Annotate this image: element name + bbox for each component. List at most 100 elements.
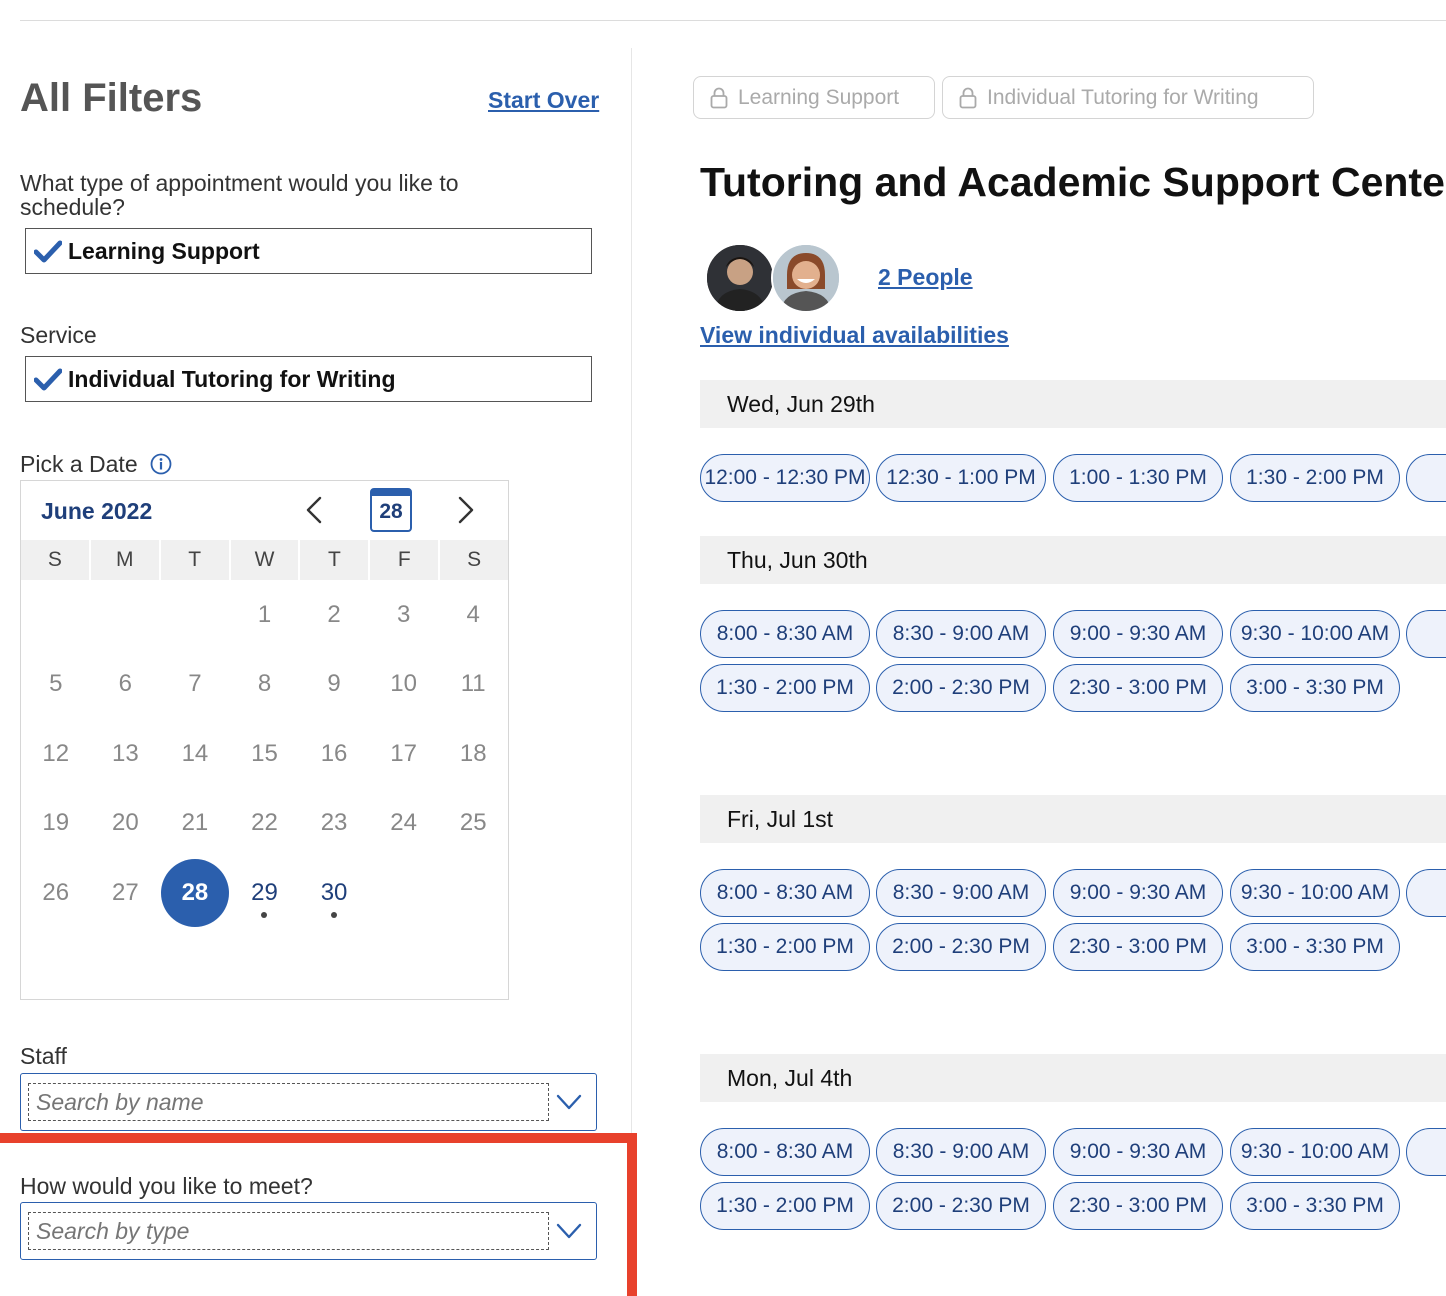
- calendar-day-number: 14: [181, 739, 209, 767]
- time-slot-button[interactable]: 2:30 - 3:00 PM: [1053, 664, 1223, 712]
- time-slot-button[interactable]: 12:30 - 1:00 PM: [876, 454, 1046, 502]
- calendar-day-number: 25: [459, 809, 487, 837]
- day-header: Thu, Jun 30th: [700, 536, 1446, 584]
- time-slot-button[interactable]: 12:00 - 12:30 PM: [700, 454, 870, 502]
- time-slot-button[interactable]: 8:00 - 8:30 AM: [700, 869, 870, 917]
- calendar-day-number: 15: [251, 739, 278, 767]
- time-slot-button[interactable]: 3:00 - 3:30 PM: [1230, 1182, 1400, 1230]
- view-availabilities-link[interactable]: View individual availabilities: [700, 322, 1009, 349]
- calendar-day[interactable]: 29: [230, 858, 300, 928]
- calendar-day: 5: [21, 650, 91, 720]
- time-slot-button[interactable]: 2:30 - 3:00 PM: [1053, 1182, 1223, 1230]
- calendar-day: 8: [230, 650, 300, 720]
- time-slot-button[interactable]: 3:00 - 3:30 PM: [1230, 664, 1400, 712]
- chevron-down-icon[interactable]: [555, 1221, 583, 1241]
- time-slot-button[interactable]: 3:00 - 3:30 PM: [1230, 923, 1400, 971]
- time-slot-button[interactable]: 1:30 - 2:00 PM: [700, 1182, 870, 1230]
- time-slot-button[interactable]: 1:30 - 2:00 PM: [700, 664, 870, 712]
- chevron-right-icon[interactable]: [455, 495, 477, 525]
- calendar-day: 22: [230, 789, 300, 859]
- calendar-day-number: 27: [112, 878, 139, 906]
- calendar-day-selected[interactable]: 28: [160, 858, 230, 928]
- calendar-day-number: 16: [320, 739, 348, 767]
- staff-dropdown[interactable]: [20, 1073, 597, 1131]
- service-label: Service: [20, 322, 97, 348]
- meeting-type-search-input[interactable]: [28, 1212, 549, 1250]
- time-slot-button[interactable]: 2:00 - 2:30 PM: [876, 923, 1046, 971]
- time-slot-button[interactable]: 8:30 - 9:00 AM: [876, 610, 1046, 658]
- time-slot-button[interactable]: 8:30 - 9:00 AM: [876, 1128, 1046, 1176]
- time-slot-button[interactable]: 10:0: [1406, 869, 1446, 917]
- calendar-day: 7: [160, 650, 230, 720]
- appointment-type-selection[interactable]: Learning Support: [25, 228, 592, 274]
- calendar-day-number: 23: [320, 809, 348, 837]
- calendar-day-number: 8: [257, 670, 272, 698]
- appointment-type-label: What type of appointment would you like …: [20, 170, 459, 220]
- time-slot-button[interactable]: 9:00 - 9:30 AM: [1053, 869, 1223, 917]
- appointment-type-value: Learning Support: [68, 237, 260, 264]
- time-slot-button[interactable]: 1:30 - 2:00 PM: [700, 923, 870, 971]
- calendar-day-number: 26: [42, 878, 70, 906]
- calendar-day: 14: [160, 719, 230, 789]
- slot-row: 8:00 - 8:30 AM 8:30 - 9:00 AM 9:00 - 9:30 …: [700, 1128, 1446, 1176]
- time-slot-button[interactable]: 8:00 - 8:30 AM: [700, 1128, 870, 1176]
- calendar-day-grid: 1 2 3 4 5 6 7 8 9 10 11 12 13 14 15 16 17 18 19 20 21 22 23 24 2…: [21, 580, 508, 928]
- calendar-day-number: 30: [320, 878, 348, 906]
- time-slot-button[interactable]: 2:0: [1406, 454, 1446, 502]
- time-slot-button[interactable]: 10:0: [1406, 1128, 1446, 1176]
- calendar-today-icon[interactable]: 28: [370, 488, 412, 532]
- start-over-link[interactable]: Start Over: [488, 87, 599, 114]
- calendar-day-number: 24: [390, 809, 417, 837]
- check-icon: [34, 368, 62, 391]
- info-icon[interactable]: [150, 453, 172, 475]
- slot-row: 1:30 - 2:00 PM 2:00 - 2:30 PM 2:30 - 3:00 …: [700, 1182, 1446, 1230]
- time-slot-button[interactable]: 1:00 - 1:30 PM: [1053, 454, 1223, 502]
- calendar-empty-cell: [438, 858, 508, 928]
- weekday-label: M: [90, 540, 159, 580]
- panel-divider: [631, 48, 632, 1296]
- chevron-down-icon[interactable]: [555, 1092, 583, 1112]
- time-slot-button[interactable]: 2:30 - 3:00 PM: [1053, 923, 1223, 971]
- day-header: Fri, Jul 1st: [700, 795, 1446, 843]
- time-slot-button[interactable]: 9:30 - 10:00 AM: [1230, 1128, 1400, 1176]
- time-slot-button[interactable]: 2:00 - 2:30 PM: [876, 1182, 1046, 1230]
- calendar-empty-cell: [369, 858, 439, 928]
- avatar: [771, 243, 841, 313]
- calendar-day: 18: [438, 719, 508, 789]
- filters-title: All Filters: [20, 76, 203, 120]
- slot-row: 8:00 - 8:30 AM 8:30 - 9:00 AM 9:00 - 9:30 …: [700, 869, 1446, 917]
- lock-icon: [959, 87, 977, 108]
- weekday-label: F: [370, 540, 439, 580]
- time-slot-button[interactable]: 9:00 - 9:30 AM: [1053, 610, 1223, 658]
- calendar-day-number: 3: [396, 600, 411, 628]
- chevron-left-icon[interactable]: [303, 495, 325, 525]
- time-slot-button[interactable]: 10:0: [1406, 610, 1446, 658]
- people-link[interactable]: 2 People: [878, 264, 973, 291]
- calendar-day-number: 18: [459, 739, 487, 767]
- calendar-day-number: 9: [327, 670, 341, 698]
- meeting-type-dropdown[interactable]: [20, 1202, 597, 1260]
- time-slot-button[interactable]: 1:30 - 2:00 PM: [1230, 454, 1400, 502]
- calendar-empty-cell: [21, 580, 91, 650]
- weekday-label: S: [21, 540, 89, 580]
- time-slot-button[interactable]: 9:00 - 9:30 AM: [1053, 1128, 1223, 1176]
- calendar-day: 1: [230, 580, 300, 650]
- calendar-empty-cell: [160, 580, 230, 650]
- meeting-type-label: How would you like to meet?: [20, 1173, 313, 1199]
- calendar-day-number: 29: [251, 878, 278, 906]
- staff-search-input[interactable]: [28, 1083, 549, 1121]
- time-slot-button[interactable]: 8:00 - 8:30 AM: [700, 610, 870, 658]
- time-slot-button[interactable]: 8:30 - 9:00 AM: [876, 869, 1046, 917]
- slot-row: 8:00 - 8:30 AM 8:30 - 9:00 AM 9:00 - 9:30 …: [700, 610, 1446, 658]
- calendar-day[interactable]: 30: [299, 858, 369, 928]
- slot-row: 1:30 - 2:00 PM 2:00 - 2:30 PM 2:30 - 3:00 …: [700, 923, 1446, 971]
- weekday-label: W: [230, 540, 299, 580]
- calendar-day: 4: [438, 580, 508, 650]
- time-slot-button[interactable]: 9:30 - 10:00 AM: [1230, 869, 1400, 917]
- time-slot-button[interactable]: 9:30 - 10:00 AM: [1230, 610, 1400, 658]
- time-slot-button[interactable]: 2:00 - 2:30 PM: [876, 664, 1046, 712]
- calendar-empty-cell: [91, 580, 161, 650]
- calendar-day-number: 5: [49, 670, 63, 698]
- service-selection[interactable]: Individual Tutoring for Writing: [25, 356, 592, 402]
- staff-label: Staff: [20, 1043, 67, 1069]
